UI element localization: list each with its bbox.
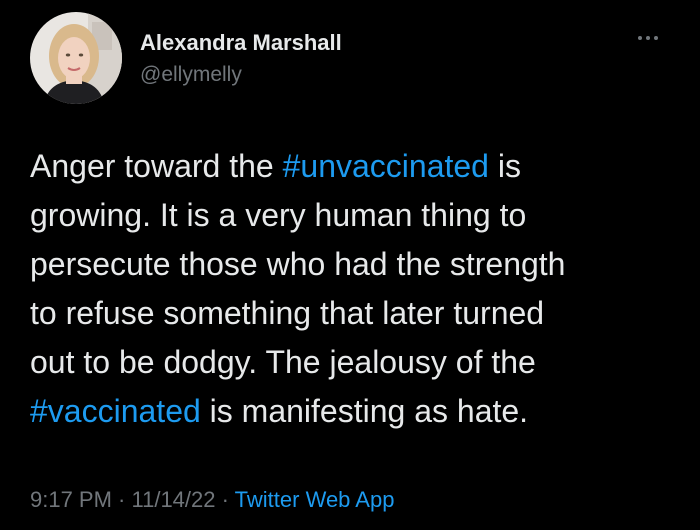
tweet-text-segment: out to be dodgy. The jealousy of the — [30, 344, 536, 380]
author-handle[interactable]: @ellymelly — [140, 63, 242, 87]
tweet-text: Anger toward the #unvaccinated is growing… — [30, 142, 680, 436]
tweet-text-line: to refuse something that later turned — [30, 289, 680, 338]
more-horizontal-icon — [638, 36, 658, 40]
tweet-date[interactable]: 11/14/22 — [132, 487, 216, 512]
tweet-text-line: Anger toward the #unvaccinated is — [30, 142, 680, 191]
tweet-time[interactable]: 9:17 PM — [30, 487, 112, 512]
tweet-text-line: growing. It is a very human thing to — [30, 191, 680, 240]
tweet-text-segment: to refuse something that later turned — [30, 295, 545, 331]
tweet-text-line: #vaccinated is manifesting as hate. — [30, 387, 680, 436]
hashtag-link[interactable]: #vaccinated — [30, 393, 201, 429]
tweet-text-segment: is manifesting as hate. — [200, 393, 529, 429]
hashtag-link[interactable]: #unvaccinated — [283, 148, 489, 184]
meta-separator: · — [215, 487, 235, 512]
tweet-text-segment: growing. It is a very human thing to — [30, 197, 527, 233]
tweet-text-line: out to be dodgy. The jealousy of the — [30, 338, 680, 387]
tweet-text-segment: Anger toward the — [30, 148, 283, 184]
tweet-text-segment: is — [488, 148, 521, 184]
avatar-image — [30, 12, 122, 104]
tweet-source-link[interactable]: Twitter Web App — [235, 487, 395, 512]
more-options-button[interactable] — [630, 28, 670, 48]
tweet-text-segment: persecute those who had the strength — [30, 246, 566, 282]
avatar[interactable] — [30, 12, 122, 104]
tweet-text-line: persecute those who had the strength — [30, 240, 680, 289]
tweet-meta: 9:17 PM · 11/14/22 · Twitter Web App — [30, 487, 394, 513]
meta-separator: · — [111, 487, 132, 512]
author-display-name[interactable]: Alexandra Marshall — [140, 30, 342, 56]
